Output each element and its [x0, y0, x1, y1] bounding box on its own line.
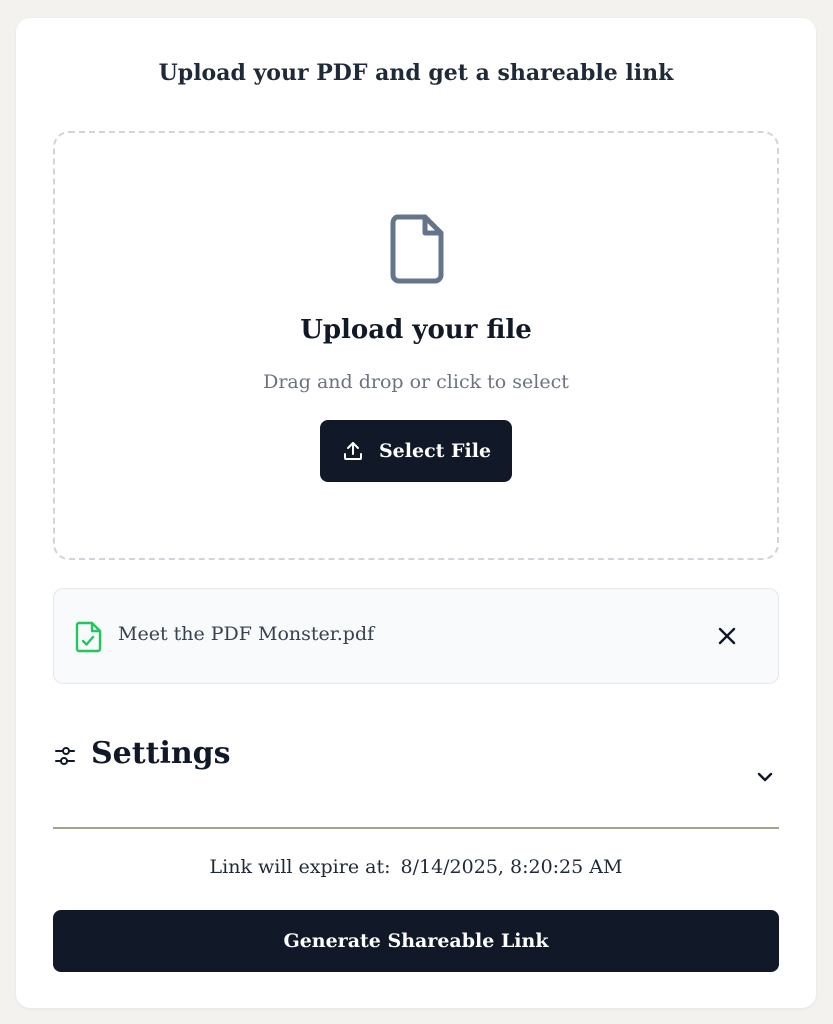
expiry-value: 8/14/2025, 8:20:25 AM [400, 856, 623, 878]
upload-icon [343, 442, 362, 460]
selected-file-name: Meet the PDF Monster.pdf [118, 623, 375, 645]
generate-link-button[interactable]: Generate Shareable Link [53, 910, 779, 972]
dropzone-title: Upload your file [300, 315, 532, 345]
expiry-label: Link will expire at: [209, 856, 391, 878]
close-icon[interactable] [716, 625, 738, 647]
file-dropzone[interactable]: Upload your file Drag and drop or click … [53, 131, 779, 560]
dropzone-subtitle: Drag and drop or click to select [263, 371, 569, 393]
chevron-down-icon[interactable] [754, 766, 776, 788]
page-title: Upload your PDF and get a shareable link [158, 60, 674, 86]
section-divider [53, 827, 779, 829]
sliders-icon [55, 747, 75, 765]
settings-toggle[interactable]: Settings [53, 730, 779, 790]
settings-label: Settings [91, 736, 231, 771]
select-file-button[interactable]: Select File [320, 420, 512, 482]
file-check-icon [75, 621, 102, 653]
upload-card: Upload your PDF and get a shareable link… [16, 18, 816, 1008]
file-icon [390, 214, 444, 284]
expiry-text: Link will expire at: 8/14/2025, 8:20:25 A… [16, 856, 816, 878]
selected-file-item: Meet the PDF Monster.pdf [53, 588, 779, 684]
select-file-label: Select File [378, 440, 492, 462]
